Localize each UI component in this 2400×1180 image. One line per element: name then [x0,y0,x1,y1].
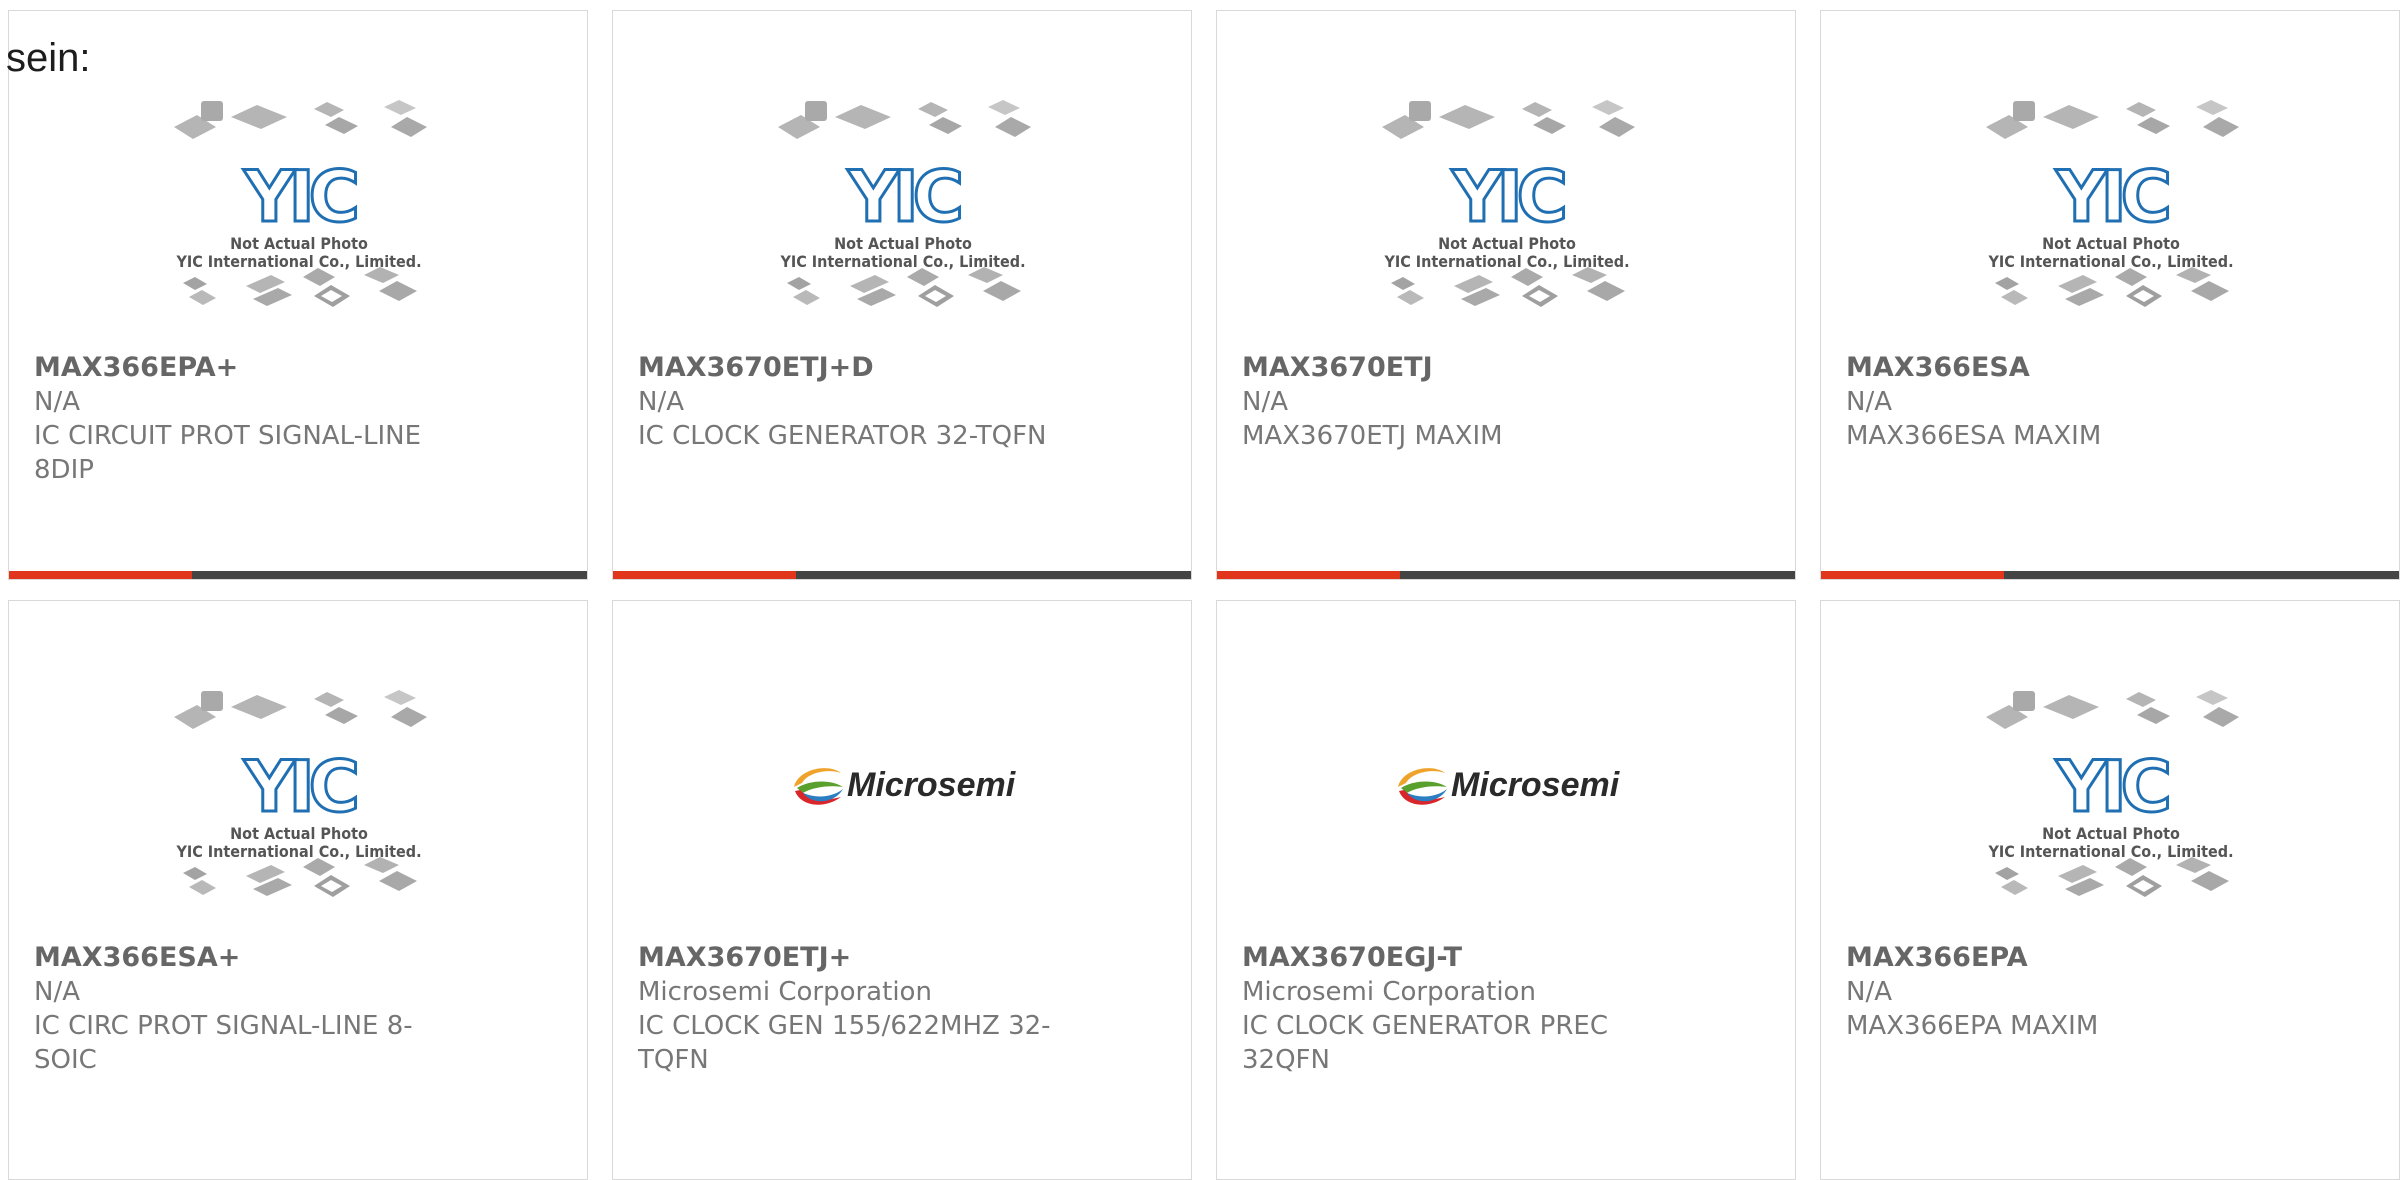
dark-bar-segment [2004,571,2399,579]
microsemi-logo-image[interactable]: Microsemi [613,659,1191,929]
product-image-placeholder[interactable]: YIC Not Actual Photo YIC International Co.… [1217,69,1795,339]
product-image-placeholder[interactable]: YIC Not Actual Photo YIC International Co.… [9,69,587,339]
description: IC CLOCK GENERATOR PREC 32QFN [1242,1011,1608,1075]
company-label: YIC International Co., Limited. [1987,252,2233,271]
company-label: YIC International Co., Limited. [175,842,421,861]
yic-logo-icon: YIC [243,156,356,238]
dark-bar-segment [192,571,587,579]
part-number[interactable]: MAX366ESA [1846,351,2030,385]
part-number[interactable]: MAX3670EGJ-T [1242,941,1462,975]
microsemi-logo-image[interactable]: Microsemi [1217,659,1795,929]
dark-bar-segment [1400,571,1795,579]
yic-logo-icon: YIC [847,156,960,238]
not-actual-photo-label: Not Actual Photo [230,824,368,843]
part-number[interactable]: MAX366ESA+ [34,941,240,975]
company-label: YIC International Co., Limited. [1987,842,2233,861]
company-label: YIC International Co., Limited. [779,252,1025,271]
manufacturer: N/A [1846,387,1892,417]
product-card[interactable]: YIC Not Actual Photo YIC International Co.… [1216,10,1796,580]
accent-bar-segment [1217,571,1400,579]
part-number[interactable]: MAX3670ETJ [1242,351,1433,385]
description: MAX366ESA MAXIM [1846,421,2102,451]
not-actual-photo-label: Not Actual Photo [1438,234,1576,253]
product-image-placeholder[interactable]: YIC Not Actual Photo YIC International Co.… [613,69,1191,339]
product-card[interactable]: Microsemi MAX3670ETJ+ Microsemi Corporati… [612,600,1192,1180]
manufacturer: N/A [34,387,80,417]
product-card[interactable]: YIC Not Actual Photo YIC International Co.… [612,10,1192,580]
accent-bar-segment [9,571,192,579]
manufacturer: N/A [638,387,684,417]
description: IC CLOCK GENERATOR 32-TQFN [638,421,1047,451]
card-accent-bar [1217,571,1795,579]
part-number[interactable]: MAX366EPA [1846,941,2028,975]
accent-bar-segment [613,571,796,579]
card-accent-bar [9,571,587,579]
part-number[interactable]: MAX366EPA+ [34,351,238,385]
part-number[interactable]: MAX3670ETJ+ [638,941,851,975]
accent-bar-segment [1821,571,2004,579]
manufacturer: Microsemi Corporation [638,977,932,1007]
product-image-placeholder[interactable]: YIC Not Actual Photo YIC International Co.… [1821,69,2399,339]
section-heading: sein: [6,36,91,80]
manufacturer: Microsemi Corporation [1242,977,1536,1007]
product-card[interactable]: YIC Not Actual Photo YIC International Co.… [8,10,588,580]
yic-logo-icon: YIC [2055,746,2168,828]
description: MAX3670ETJ MAXIM [1242,421,1503,451]
yic-logo-icon: YIC [2055,156,2168,238]
description: IC CIRCUIT PROT SIGNAL-LINE 8DIP [34,421,422,485]
microsemi-logo-icon: Microsemi [1451,766,1621,804]
description: MAX366EPA MAXIM [1846,1011,2099,1041]
description: IC CIRC PROT SIGNAL-LINE 8-SOIC [34,1011,413,1075]
product-card[interactable]: YIC Not Actual Photo YIC International Co.… [1820,10,2400,580]
manufacturer: N/A [1242,387,1288,417]
product-card[interactable]: YIC Not Actual Photo YIC International Co.… [1820,600,2400,1180]
not-actual-photo-label: Not Actual Photo [834,234,972,253]
company-label: YIC International Co., Limited. [175,252,421,271]
manufacturer: N/A [34,977,80,1007]
dark-bar-segment [796,571,1191,579]
manufacturer: N/A [1846,977,1892,1007]
yic-logo-icon: YIC [243,746,356,828]
company-label: YIC International Co., Limited. [1383,252,1629,271]
product-image-placeholder[interactable]: YIC Not Actual Photo YIC International Co.… [1821,659,2399,929]
product-card[interactable]: Microsemi MAX3670EGJ-T Microsemi Corporat… [1216,600,1796,1180]
part-number[interactable]: MAX3670ETJ+D [638,351,874,385]
microsemi-logo-icon: Microsemi [847,766,1017,804]
card-accent-bar [613,571,1191,579]
description: IC CLOCK GEN 155/622MHZ 32-TQFN [638,1011,1051,1075]
product-card[interactable]: YIC Not Actual Photo YIC International Co.… [8,600,588,1180]
card-accent-bar [1821,571,2399,579]
not-actual-photo-label: Not Actual Photo [230,234,368,253]
not-actual-photo-label: Not Actual Photo [2042,824,2180,843]
yic-logo-icon: YIC [1451,156,1564,238]
product-image-placeholder[interactable]: YIC Not Actual Photo YIC International Co.… [9,659,587,929]
not-actual-photo-label: Not Actual Photo [2042,234,2180,253]
